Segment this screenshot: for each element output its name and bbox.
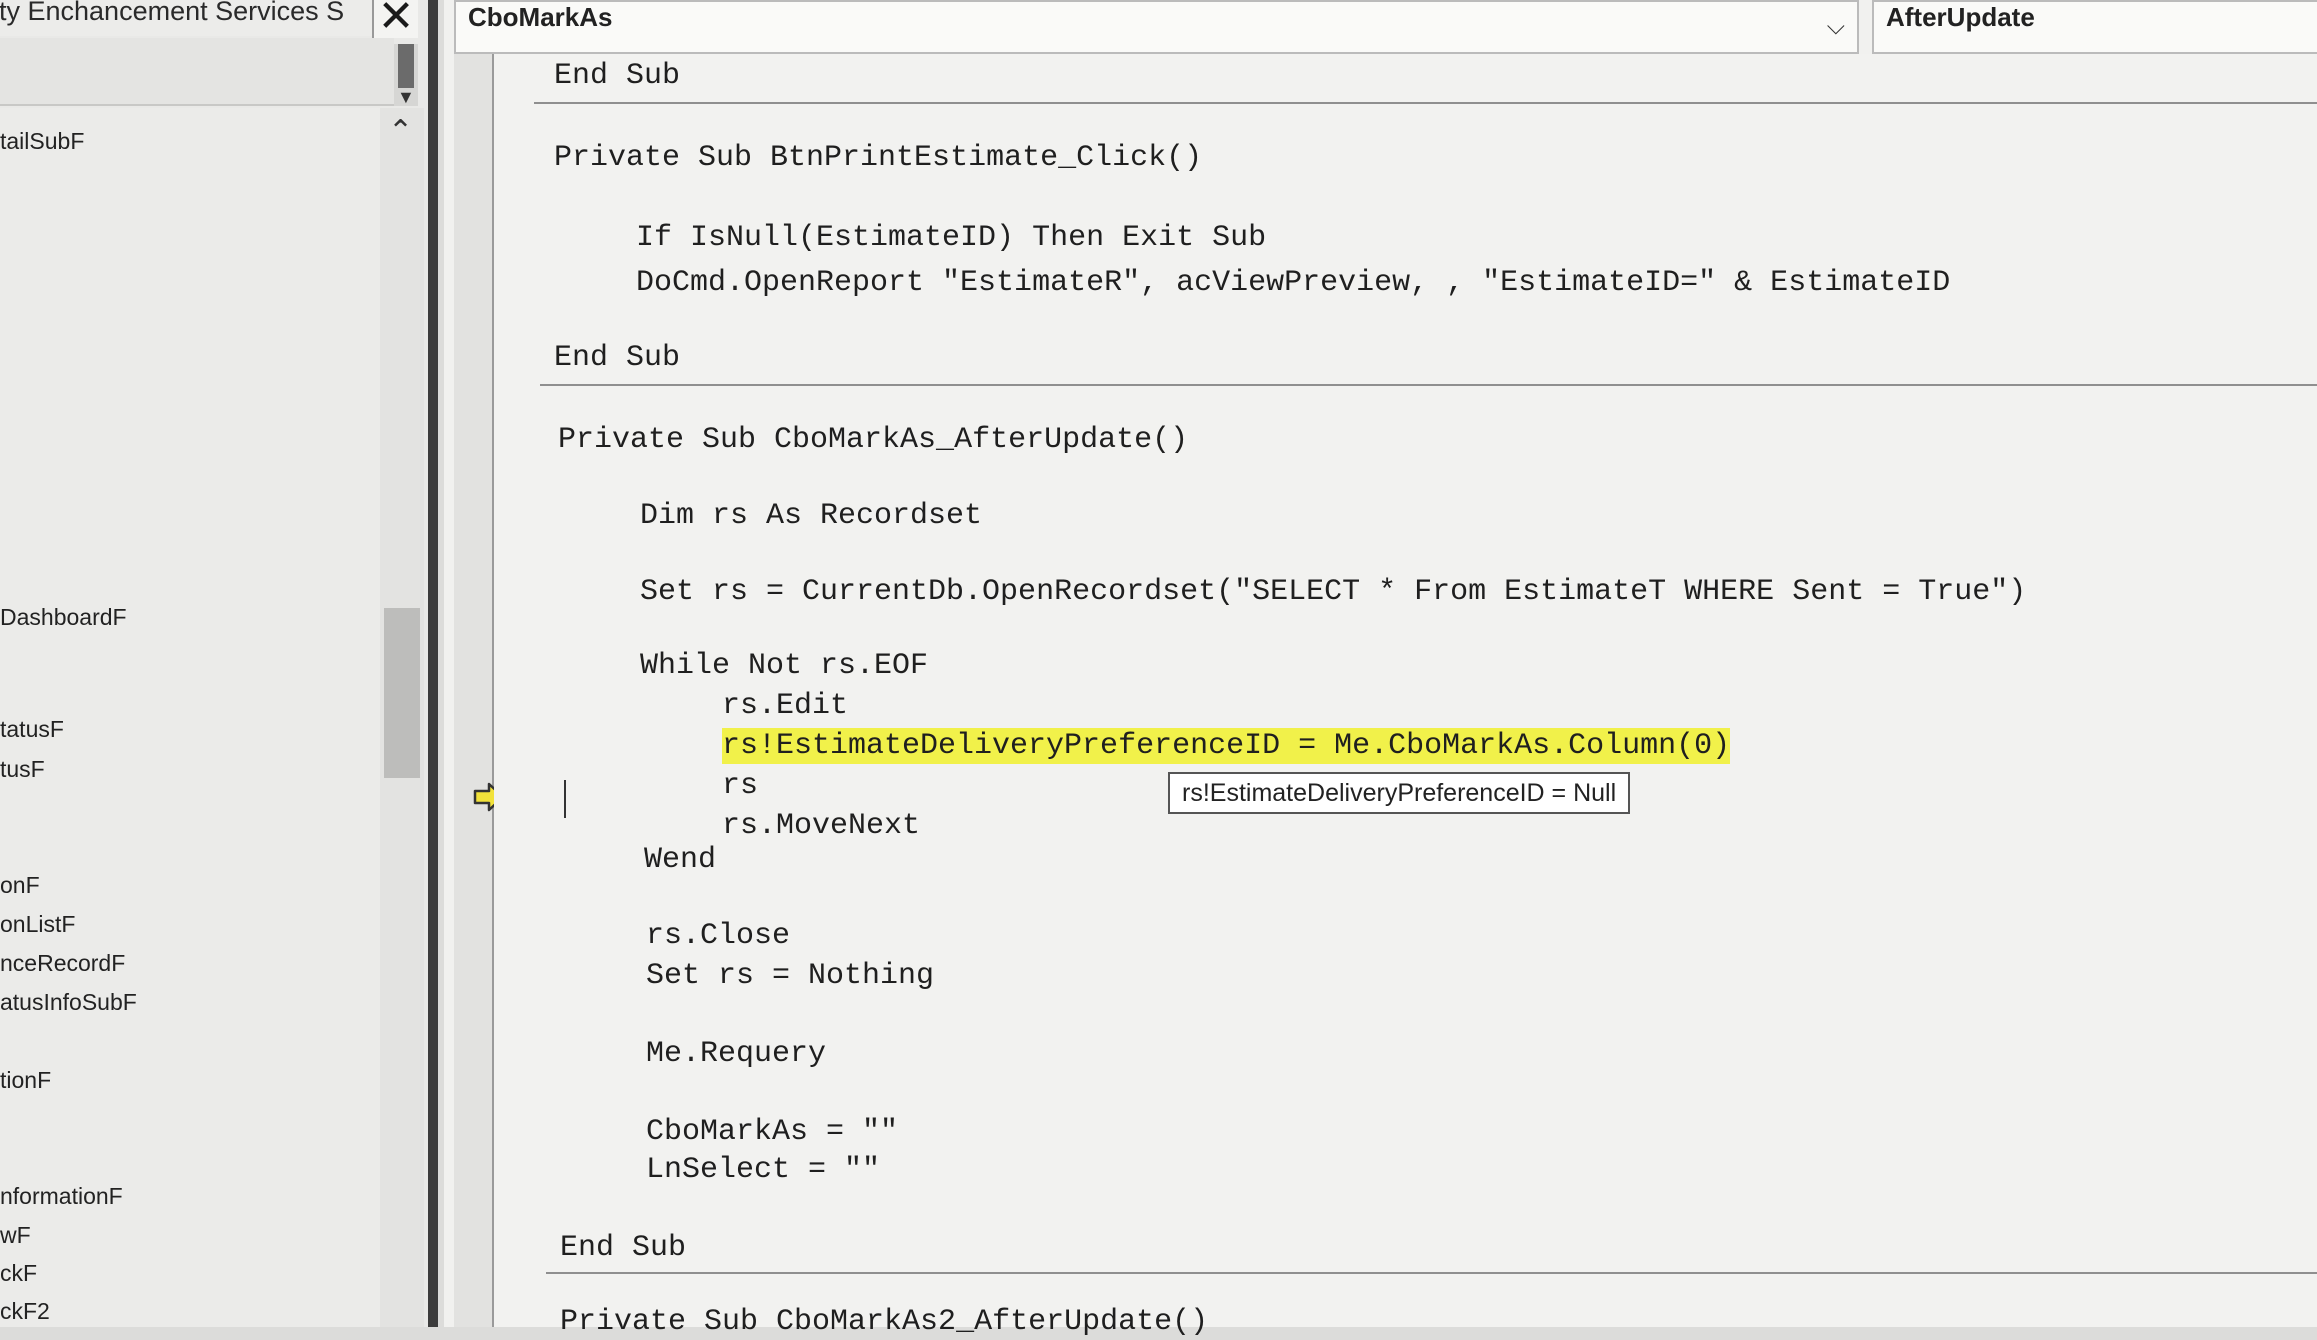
code-line[interactable]: Me.Requery [646, 1036, 826, 1072]
code-window: CboMarkAs ⌵ AfterUpdate End Sub Private … [444, 0, 2317, 1339]
project-explorer: rty Enchancement Services S ✕ ▼ tailSubF… [0, 0, 438, 1327]
tree-item[interactable]: DashboardF [0, 600, 127, 634]
tree-item[interactable]: atusInfoSubF [0, 985, 137, 1019]
chevron-up-icon[interactable]: ⌃ [388, 112, 413, 152]
margin-indicator-bar[interactable] [454, 54, 505, 1327]
procedure-separator [534, 102, 2317, 104]
code-line[interactable]: DoCmd.OpenReport "EstimateR", acViewPrev… [636, 265, 1950, 301]
tree-item[interactable]: nformationF [0, 1179, 123, 1213]
current-statement-line[interactable]: rs!EstimateDeliveryPreferenceID = Me.Cbo… [722, 728, 1731, 764]
explorer-top-scrollbar[interactable]: ▼ [394, 44, 418, 106]
tree-item[interactable]: nceRecordF [0, 946, 125, 980]
tree-item[interactable]: ckF2 [0, 1294, 50, 1327]
tree-item[interactable]: tusF [0, 752, 45, 786]
tree-item[interactable]: onF [0, 868, 40, 902]
code-line[interactable]: End Sub [554, 58, 680, 94]
object-combo[interactable]: CboMarkAs ⌵ [454, 0, 1859, 54]
tree-item[interactable]: onListF [0, 907, 75, 941]
object-combo-value: CboMarkAs [468, 2, 613, 32]
code-line[interactable]: LnSelect = "" [646, 1152, 880, 1188]
code-line[interactable]: Dim rs As Recordset [640, 498, 982, 534]
data-tip-tooltip: rs!EstimateDeliveryPreferenceID = Null [1168, 772, 1631, 814]
tree-item[interactable]: tailSubF [0, 124, 84, 158]
code-line[interactable]: Wend [644, 842, 716, 878]
procedure-combo[interactable]: AfterUpdate [1872, 0, 2317, 54]
project-tree: tailSubF DashboardF tatusF tusF onF onLi… [0, 108, 380, 1327]
code-line[interactable]: Private Sub BtnPrintEstimate_Click() [554, 140, 1202, 176]
tree-item[interactable]: tatusF [0, 712, 64, 746]
code-line[interactable]: rs.Close [646, 918, 790, 954]
chevron-down-icon[interactable]: ⌵ [1827, 12, 1845, 42]
code-line[interactable]: While Not rs.EOF [640, 648, 928, 684]
text-caret [564, 780, 566, 818]
scroll-thumb[interactable] [398, 44, 414, 88]
close-icon[interactable]: ✕ [372, 0, 418, 39]
code-line[interactable]: If IsNull(EstimateID) Then Exit Sub [636, 220, 1266, 256]
code-editor[interactable]: End Sub Private Sub BtnPrintEstimate_Cli… [494, 54, 2317, 1339]
code-line[interactable]: Private Sub CboMarkAs2_AfterUpdate() [560, 1304, 1208, 1340]
procedure-combo-value: AfterUpdate [1886, 2, 2035, 32]
tree-item[interactable]: ckF [0, 1256, 37, 1290]
code-line[interactable]: Private Sub CboMarkAs_AfterUpdate() [558, 422, 1188, 458]
scroll-thumb[interactable] [384, 608, 420, 778]
code-line[interactable]: End Sub [560, 1230, 686, 1266]
procedure-separator [546, 1272, 2317, 1274]
code-line[interactable]: rs [722, 768, 758, 804]
explorer-toolbar [0, 38, 394, 106]
code-line[interactable]: CboMarkAs = "" [646, 1114, 898, 1150]
tree-item[interactable]: wF [0, 1218, 31, 1252]
chevron-down-icon[interactable]: ▼ [397, 88, 415, 106]
code-line[interactable]: rs.MoveNext [722, 808, 920, 844]
code-line[interactable]: Set rs = CurrentDb.OpenRecordset("SELECT… [640, 574, 2026, 610]
tree-item[interactable]: tionF [0, 1063, 51, 1097]
pane-splitter[interactable] [428, 0, 438, 1327]
code-line[interactable]: rs.Edit [722, 688, 848, 724]
explorer-scrollbar[interactable]: ⌃ [380, 108, 424, 1327]
procedure-separator [540, 384, 2317, 386]
explorer-title: rty Enchancement Services S [0, 0, 372, 36]
code-line[interactable]: Set rs = Nothing [646, 958, 934, 994]
code-line[interactable]: End Sub [554, 340, 680, 376]
